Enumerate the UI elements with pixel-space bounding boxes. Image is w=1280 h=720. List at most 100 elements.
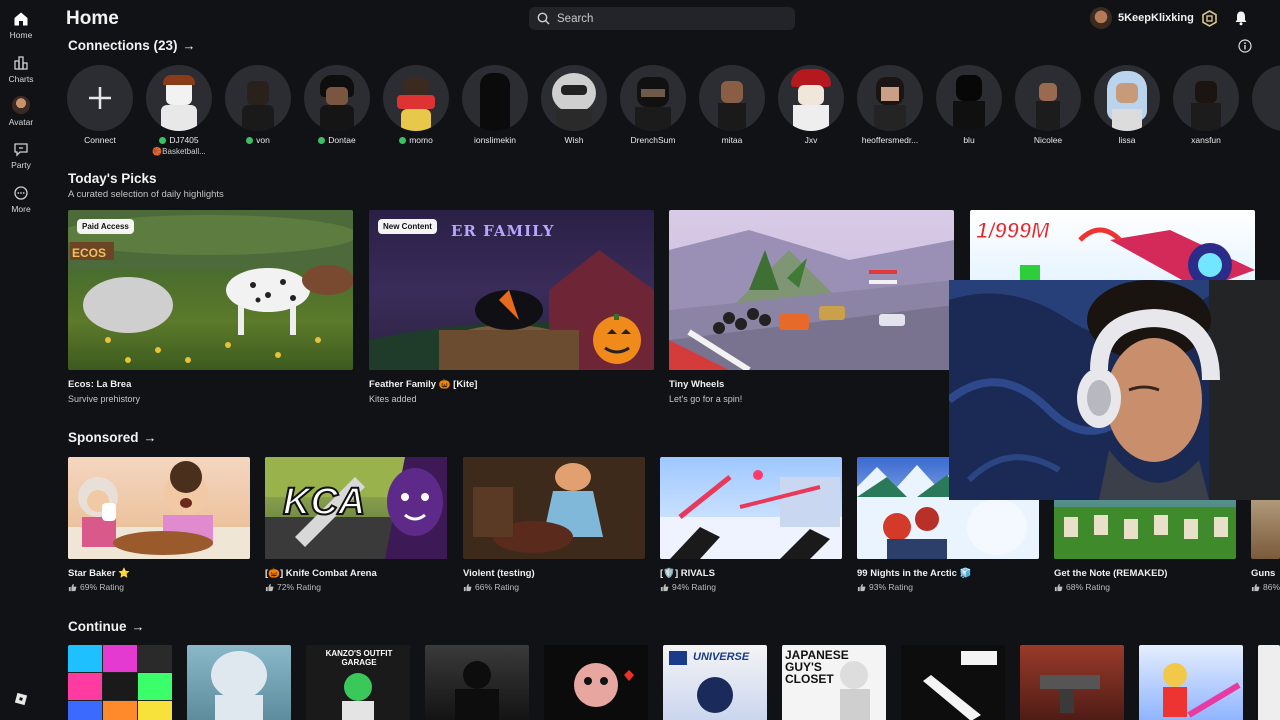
info-icon[interactable] [1238, 39, 1252, 53]
sponsored-game-title[interactable]: Guns [1251, 568, 1275, 579]
continue-game-thumbnail[interactable] [1020, 645, 1124, 720]
game-thumbnail-star-baker[interactable] [68, 457, 250, 559]
friend-item[interactable]: v [1251, 65, 1280, 145]
pick-title[interactable]: Tiny Wheels [669, 379, 724, 390]
friend-item[interactable]: heoffersmedr... [856, 65, 924, 145]
user-profile[interactable]: 5KeepKlixking [1090, 7, 1194, 29]
friend-item[interactable]: Jxv [777, 65, 845, 145]
new-content-badge: New Content [378, 219, 437, 234]
notifications-bell-icon[interactable] [1233, 10, 1249, 26]
friend-avatar [778, 65, 844, 131]
charts-icon [14, 56, 28, 70]
more-icon [14, 186, 28, 200]
continue-game-thumbnail[interactable] [901, 645, 1005, 720]
user-avatar [1090, 7, 1112, 29]
todays-picks-title: Today's Picks [68, 171, 157, 186]
game-thumbnail-feather-family[interactable]: New Content ER FAMILY [369, 210, 654, 370]
avatar-icon [12, 96, 30, 114]
continue-game-thumbnail[interactable] [1139, 645, 1243, 720]
nav-more-label: More [11, 204, 31, 214]
sponsored-game-title[interactable]: Star Baker ⭐ [68, 568, 130, 579]
friend-avatar [225, 65, 291, 131]
continue-game-thumbnail[interactable] [425, 645, 529, 720]
continue-art-2 [211, 651, 267, 720]
sponsored-game-title[interactable]: Get the Note (REMAKED) [1054, 568, 1167, 579]
thumbs-up-icon [857, 583, 866, 591]
game-thumbnail-knife-combat-arena[interactable]: KCA [265, 457, 447, 559]
friend-avatar [1173, 65, 1239, 131]
game-thumbnail-ecos[interactable]: Paid Access ECOS [68, 210, 353, 370]
game-rating: 94% Rating [660, 582, 716, 592]
todays-picks-subtitle: A curated selection of daily highlights [68, 189, 224, 200]
pick-subtitle: Let's go for a spin! [669, 394, 743, 404]
game-rating: 86% [1251, 582, 1280, 592]
friend-avatar [1015, 65, 1081, 131]
pick-title[interactable]: Ecos: La Brea [68, 379, 131, 390]
thumbs-up-icon [463, 583, 472, 591]
roblox-logo-icon[interactable] [14, 692, 28, 706]
friend-item[interactable]: lissa [1093, 65, 1161, 145]
continue-game-thumbnail[interactable] [187, 645, 291, 720]
robux-icon[interactable] [1201, 10, 1218, 27]
sponsored-header[interactable]: Sponsored → [68, 430, 157, 445]
friend-item[interactable]: Dontae [303, 65, 371, 145]
game-thumbnail-tiny-wheels[interactable] [669, 210, 954, 370]
continue-game-thumbnail[interactable]: KANZO'S OUTFIT GARAGE [306, 645, 410, 720]
pick-subtitle: Survive prehistory [68, 394, 141, 404]
nav-avatar[interactable]: Avatar [0, 96, 42, 127]
friend-item[interactable]: Nicolee [1014, 65, 1082, 145]
continue-art-4 [455, 661, 499, 720]
friend-avatar [541, 65, 607, 131]
game-thumbnail-rivals[interactable] [660, 457, 842, 559]
friend-name: xansfun [1191, 135, 1221, 145]
friend-item[interactable]: ionslimekin [461, 65, 529, 145]
continue-game-thumbnail[interactable]: UNIVERSE [663, 645, 767, 720]
friend-item[interactable]: Wish [540, 65, 608, 145]
online-dot [246, 136, 254, 144]
japanese-closet-text: JAPANESE GUY'S CLOSET [785, 648, 849, 686]
continue-art-10 [1163, 663, 1241, 718]
nfl-logo-text: UNIVERSE [693, 651, 750, 663]
sponsored-game-title[interactable]: Violent (testing) [463, 568, 535, 579]
nav-home[interactable]: Home [0, 11, 42, 40]
thumbs-up-icon [1054, 583, 1063, 591]
nav-more[interactable]: More [0, 185, 42, 214]
kca-logo-text: KCA [282, 480, 366, 524]
connect-button[interactable]: Connect [66, 65, 134, 145]
party-icon [14, 143, 28, 157]
search-bar[interactable] [529, 7, 795, 30]
friend-item[interactable]: xansfun [1172, 65, 1240, 145]
sponsored-game-title[interactable]: 99 Nights in the Arctic 🧊 [857, 568, 971, 579]
sponsored-game-title[interactable]: [🛡️] RIVALS [660, 568, 715, 579]
friend-item[interactable]: blu [935, 65, 1003, 145]
search-input[interactable] [557, 12, 795, 25]
continue-game-thumbnail[interactable] [544, 645, 648, 720]
roblox-home-screen: { "nav": [ {"label": "Home", "icon": "ho… [0, 0, 1280, 720]
continue-game-thumbnail[interactable]: JAPANESE GUY'S CLOSET [782, 645, 886, 720]
connections-header[interactable]: Connections (23) → [68, 38, 196, 53]
friend-name: DrenchSum [630, 135, 676, 145]
game-thumbnail-violent-testing[interactable] [463, 457, 645, 559]
continue-game-thumbnail[interactable] [68, 645, 172, 720]
tiny-wheels-artwork [669, 230, 954, 370]
webcam-feed-image [949, 280, 1280, 500]
friend-avatar [1094, 65, 1160, 131]
online-dot [318, 136, 326, 144]
nav-party[interactable]: Party [0, 141, 42, 170]
friend-item[interactable]: DJ7405 🏀Basketball... [145, 65, 213, 156]
friend-item[interactable]: momo [382, 65, 450, 145]
friend-name: Wish [564, 135, 584, 145]
continue-game-thumbnail[interactable] [1258, 645, 1280, 720]
sponsored-title: Sponsored [68, 430, 139, 445]
continue-art-9 [1040, 675, 1100, 713]
friend-item[interactable]: DrenchSum [619, 65, 687, 145]
friend-item[interactable]: mitaa [698, 65, 766, 145]
sponsored-game-title[interactable]: [🎃] Knife Combat Arena [265, 568, 377, 579]
thumbs-up-icon [68, 583, 77, 591]
nav-charts-label: Charts [8, 74, 34, 84]
continue-header[interactable]: Continue → [68, 619, 145, 634]
nav-charts[interactable]: Charts [0, 55, 42, 84]
pick-title[interactable]: Feather Family 🎃 [Kite] [369, 379, 477, 390]
connections-title: Connections (23) [68, 38, 178, 53]
friend-item[interactable]: von [224, 65, 292, 145]
